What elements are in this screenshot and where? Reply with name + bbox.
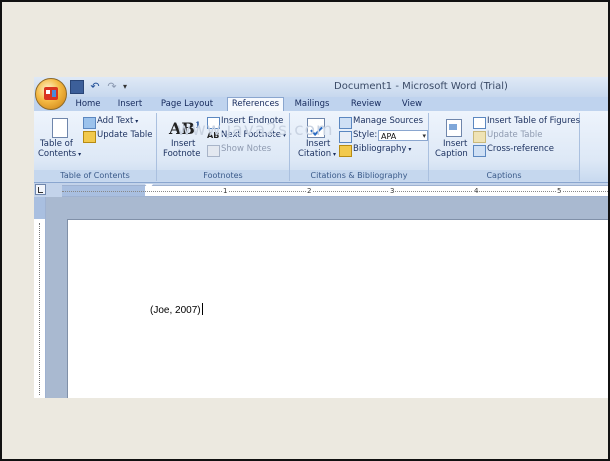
ruler-number: 3 [389, 186, 396, 196]
tab-home[interactable]: Home [71, 98, 105, 111]
add-text-icon [83, 117, 96, 129]
chevron-down-icon: ▾ [331, 151, 337, 158]
tab-mailings[interactable]: Mailings [292, 98, 332, 111]
add-text-button[interactable]: Add Text ▾ [97, 116, 138, 127]
update-table-captions-icon [473, 131, 486, 143]
vertical-ruler-ticks [39, 223, 40, 395]
group-label-captions: Captions [429, 170, 579, 181]
show-notes-button[interactable]: Show Notes [221, 144, 271, 155]
style-label: Style: [353, 130, 378, 140]
group-label-citations: Citations & Bibliography [290, 170, 428, 181]
vertical-ruler-margin [34, 197, 45, 219]
insert-table-of-figures-icon [473, 117, 486, 129]
insert-footnote-button[interactable]: Footnote [163, 149, 200, 160]
update-table-icon [83, 131, 96, 143]
redo-icon[interactable]: ↷ [106, 81, 118, 93]
screenshot-frame: ↶ ↷ ▾ Document1 - Microsoft Word (Trial)… [0, 0, 610, 461]
tab-view[interactable]: View [397, 98, 427, 111]
ruler-number: 5 [556, 186, 563, 196]
chevron-down-icon: ▾ [406, 146, 412, 153]
manage-sources-icon [339, 117, 352, 129]
insert-caption-icon [446, 119, 462, 137]
group-label-toc: Table of Contents [34, 170, 156, 181]
save-icon[interactable] [70, 80, 84, 94]
horizontal-ruler[interactable]: 1 2 3 4 5 [62, 184, 608, 197]
cross-reference-icon [473, 145, 486, 157]
citation-value: (Joe, 2007) [150, 305, 201, 316]
document-page[interactable]: (Joe, 2007) [67, 219, 608, 398]
text-cursor [201, 303, 203, 315]
group-table-of-contents: Table of Contents ▾ Add Text ▾ Update Ta… [34, 113, 157, 181]
insert-caption-button[interactable]: Caption [435, 149, 468, 160]
ruler-number: 4 [473, 186, 480, 196]
chevron-down-icon: ▾ [133, 118, 139, 125]
tab-selector-icon[interactable] [35, 184, 46, 195]
style-dropdown[interactable]: APA ▾ [378, 130, 428, 141]
style-icon [339, 131, 352, 143]
style-value: APA [381, 132, 397, 141]
tab-references[interactable]: References [227, 97, 284, 112]
bibliography-button[interactable]: Bibliography ▾ [353, 144, 411, 155]
citation-text[interactable]: (Joe, 2007) [150, 303, 203, 316]
cross-reference-button[interactable]: Cross-reference [487, 144, 554, 155]
table-of-contents-icon [52, 118, 68, 138]
quick-access-toolbar: ↶ ↷ ▾ [70, 80, 135, 94]
bibliography-icon [339, 145, 352, 157]
customize-icon[interactable]: ▾ [123, 81, 135, 93]
group-captions: Insert Caption Insert Table of Figures U… [429, 113, 580, 181]
ruler-number: 2 [306, 186, 313, 196]
undo-icon[interactable]: ↶ [89, 81, 101, 93]
ruler-number: 1 [222, 186, 229, 196]
document-workspace: (Joe, 2007) [34, 197, 608, 398]
group-label-footnotes: Footnotes [157, 170, 289, 181]
watermark: www.java2s.com [177, 120, 334, 140]
tab-review[interactable]: Review [348, 98, 384, 111]
office-button[interactable] [35, 78, 67, 110]
office-logo-icon [44, 87, 58, 100]
ribbon-tabs: Home Insert Page Layout References Maili… [34, 97, 608, 112]
chevron-down-icon: ▾ [422, 132, 426, 140]
indent-marker-icon[interactable] [145, 184, 153, 190]
vertical-ruler[interactable] [34, 197, 46, 398]
ruler-row: 1 2 3 4 5 [34, 183, 608, 197]
show-notes-icon [207, 145, 220, 157]
title-bar: ↶ ↷ ▾ Document1 - Microsoft Word (Trial) [34, 77, 608, 97]
insert-table-of-figures-button[interactable]: Insert Table of Figures [487, 116, 580, 127]
table-of-contents-button[interactable]: Contents ▾ [38, 149, 81, 160]
tab-page-layout[interactable]: Page Layout [159, 98, 215, 111]
update-table-captions-button[interactable]: Update Table [487, 130, 542, 141]
chevron-down-icon: ▾ [76, 151, 82, 158]
ruler-ticks [62, 191, 608, 192]
manage-sources-button[interactable]: Manage Sources [353, 116, 423, 127]
tab-insert[interactable]: Insert [113, 98, 147, 111]
update-table-button[interactable]: Update Table [97, 130, 152, 141]
insert-citation-button[interactable]: Citation ▾ [298, 149, 336, 160]
window-title: Document1 - Microsoft Word (Trial) [334, 81, 508, 92]
